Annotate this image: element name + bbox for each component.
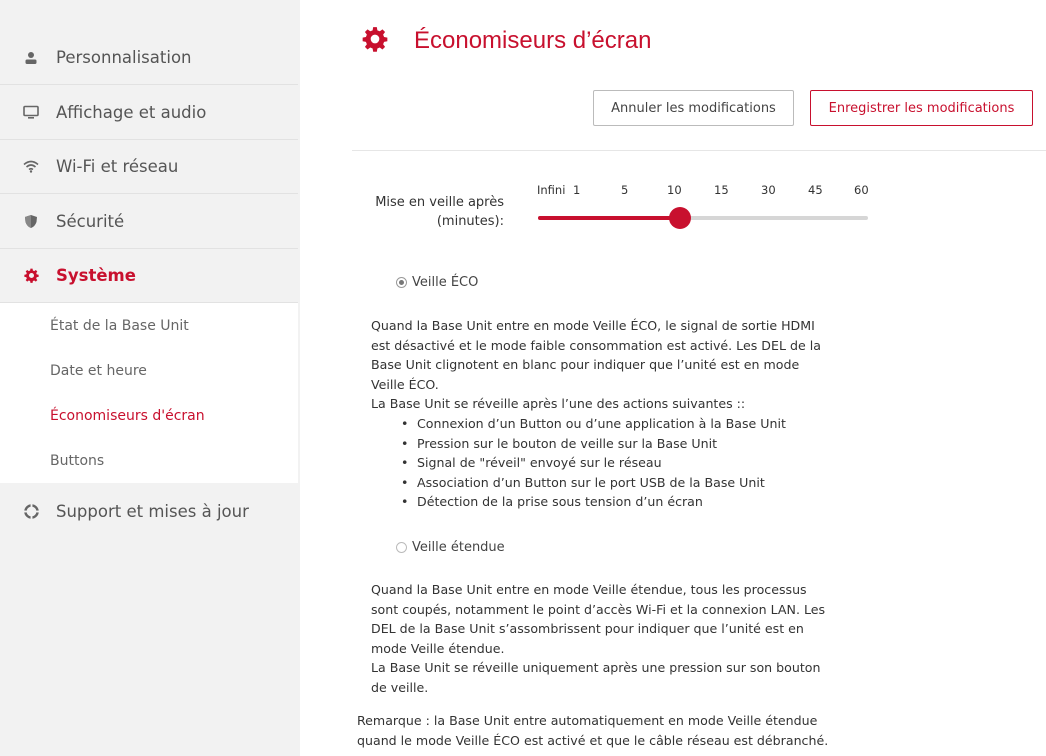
cancel-button[interactable]: Annuler les modifications xyxy=(593,90,794,126)
subitem-buttons[interactable]: Buttons xyxy=(50,453,104,469)
note-text: Remarque : la Base Unit entre automatiqu… xyxy=(357,711,877,750)
sidebar-item-label: Sécurité xyxy=(56,212,125,231)
slider-track-fill xyxy=(538,216,680,220)
slider-tick: 30 xyxy=(761,183,776,197)
subitem-economiseurs[interactable]: Économiseurs d'écran xyxy=(50,408,205,424)
radio-label: Veille ÉCO xyxy=(412,275,479,290)
slider-tick: 45 xyxy=(808,183,823,197)
list-item: Association d’un Button sur le port USB … xyxy=(401,473,786,493)
sleep-slider-label: Mise en veille après (minutes): xyxy=(360,193,504,231)
gear-icon xyxy=(22,267,40,285)
sidebar-item-label: Affichage et audio xyxy=(56,103,207,122)
sidebar-item-support[interactable]: Support et mises à jour xyxy=(0,484,298,538)
text-line: Remarque : la Base Unit entre automatiqu… xyxy=(357,713,818,728)
slider-label-line1: Mise en veille après xyxy=(375,195,504,210)
sidebar-item-label: Support et mises à jour xyxy=(56,501,249,521)
text-line: Veille ÉCO. xyxy=(371,376,439,392)
list-item: Pression sur le bouton de veille sur la … xyxy=(401,434,786,454)
save-button[interactable]: Enregistrer les modifications xyxy=(810,90,1033,126)
text-line: Base Unit clignotent en blanc pour indiq… xyxy=(371,357,800,372)
text-line: DEL de la Base Unit s’assombrissent pour… xyxy=(371,621,804,636)
monitor-icon xyxy=(22,104,40,122)
text-line: La Base Unit se réveille uniquement aprè… xyxy=(371,660,821,675)
slider-tick: 5 xyxy=(621,183,629,197)
sidebar-item-securite[interactable]: Sécurité xyxy=(0,195,298,249)
sidebar-item-personnalisation[interactable]: Personnalisation xyxy=(0,31,298,85)
slider-label-line2: (minutes): xyxy=(436,214,504,229)
radio-button[interactable] xyxy=(396,542,407,553)
slider-tick: Infini xyxy=(537,183,566,197)
slider-thumb[interactable] xyxy=(669,207,691,229)
slider-tick: 1 xyxy=(573,183,581,197)
extended-description: Quand la Base Unit entre en mode Veille … xyxy=(371,580,871,697)
person-icon xyxy=(22,49,40,67)
list-item: Détection de la prise sous tension d’un … xyxy=(401,492,786,512)
list-item: Signal de "réveil" envoyé sur le réseau xyxy=(401,453,786,473)
sidebar-item-systeme[interactable]: Système xyxy=(0,249,298,303)
slider-tick: 60 xyxy=(854,183,869,197)
text-line: sont coupés, notamment le point d’accès … xyxy=(371,601,826,617)
sidebar-item-label: Système xyxy=(56,266,136,285)
system-submenu: État de la Base Unit Date et heure Écono… xyxy=(0,303,298,483)
radio-veille-eco[interactable]: Veille ÉCO xyxy=(396,275,478,290)
divider xyxy=(352,150,1046,151)
slider-tick: 10 xyxy=(667,183,682,197)
slider-tick: 15 xyxy=(714,183,729,197)
subitem-date-heure[interactable]: Date et heure xyxy=(50,363,147,379)
wifi-icon xyxy=(22,158,40,176)
sidebar-item-wifi[interactable]: Wi-Fi et réseau xyxy=(0,140,298,194)
list-item: Connexion d’un Button ou d’une applicati… xyxy=(401,414,786,434)
radio-button[interactable] xyxy=(396,277,407,288)
wake-actions-list: Connexion d’un Button ou d’une applicati… xyxy=(401,414,786,512)
text-line: de veille. xyxy=(371,679,429,695)
sidebar-item-label: Wi-Fi et réseau xyxy=(56,157,179,176)
subitem-etat-base-unit[interactable]: État de la Base Unit xyxy=(50,318,189,334)
sidebar-item-label: Personnalisation xyxy=(56,48,192,67)
text-line: est désactivé et le mode faible consomma… xyxy=(371,337,821,353)
page-title: Économiseurs d’écran xyxy=(414,27,652,54)
text-line: La Base Unit se réveille après l’une des… xyxy=(371,396,746,411)
eco-description: Quand la Base Unit entre en mode Veille … xyxy=(371,316,871,414)
sidebar-item-affichage[interactable]: Affichage et audio xyxy=(0,86,298,140)
shield-icon xyxy=(22,213,40,231)
lifebuoy-icon xyxy=(22,502,40,520)
text-line: mode Veille étendue. xyxy=(371,640,505,656)
text-line: Quand la Base Unit entre en mode Veille … xyxy=(371,318,815,333)
radio-veille-etendue[interactable]: Veille étendue xyxy=(396,540,505,555)
text-line: Quand la Base Unit entre en mode Veille … xyxy=(371,582,807,597)
radio-label: Veille étendue xyxy=(412,540,505,555)
radio-selected-dot xyxy=(399,280,404,285)
gear-icon xyxy=(362,26,388,52)
text-line: quand le mode Veille ÉCO est activé et q… xyxy=(357,732,829,748)
sidebar: Personnalisation Affichage et audio Wi-F… xyxy=(0,0,300,756)
